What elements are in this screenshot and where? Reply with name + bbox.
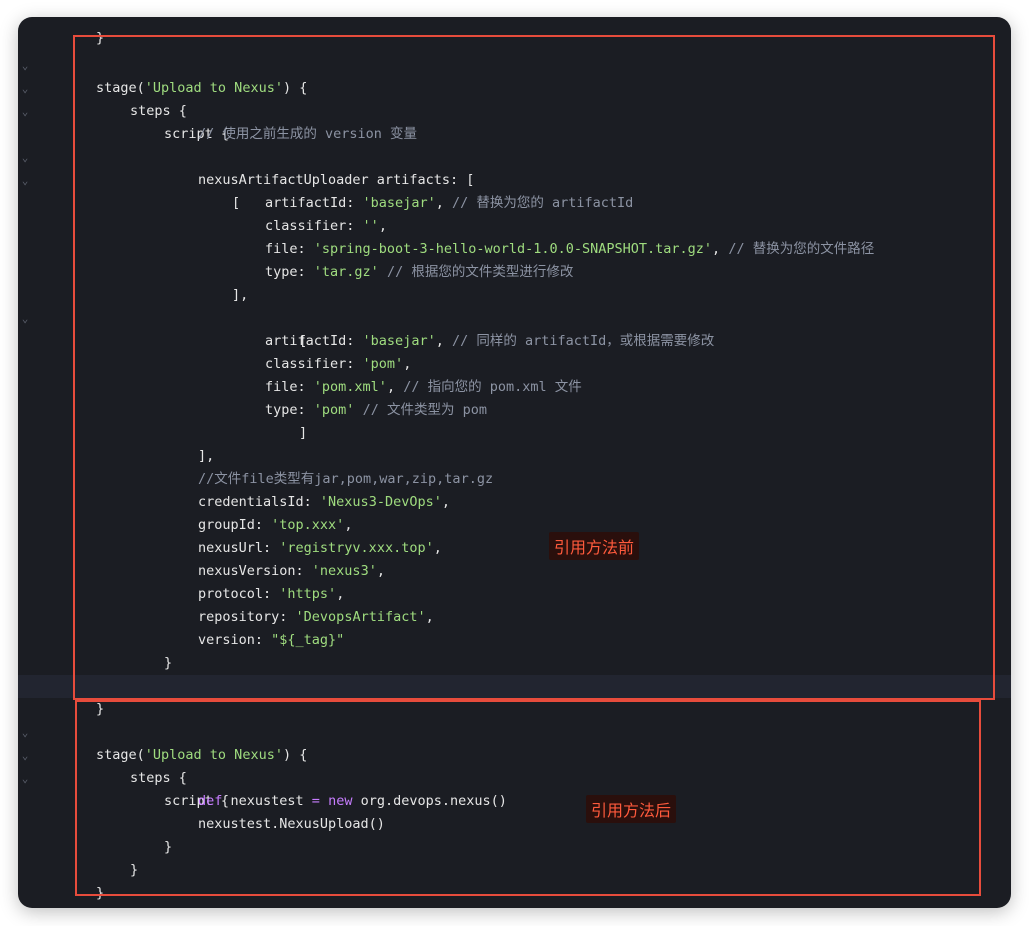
after-highlight-box [75,700,981,896]
before-annotation-label: 引用方法前 [549,532,640,560]
after-annotation-label: 引用方法后 [586,795,677,823]
before-highlight-box [73,35,995,700]
code-line: } [96,30,105,46]
